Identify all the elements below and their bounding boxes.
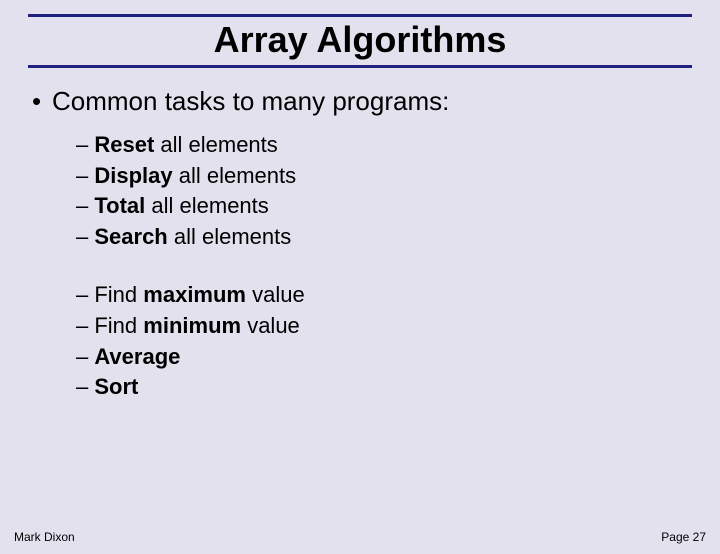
- list-item: – Display all elements: [76, 162, 688, 191]
- title-underline: [28, 65, 692, 68]
- slide-title: Array Algorithms: [0, 19, 720, 61]
- main-bullet: •Common tasks to many programs:: [32, 86, 688, 117]
- content-area: •Common tasks to many programs: – Reset …: [0, 86, 720, 402]
- footer-author: Mark Dixon: [14, 530, 75, 544]
- footer-page: Page 27: [661, 530, 706, 544]
- sub-list-1: – Reset all elements – Display all eleme…: [76, 131, 688, 251]
- main-bullet-text: Common tasks to many programs:: [52, 86, 449, 116]
- list-item: – Search all elements: [76, 223, 688, 252]
- sub-list-2: – Find maximum value – Find minimum valu…: [76, 281, 688, 401]
- bullet-dot: •: [32, 86, 52, 117]
- footer: Mark Dixon Page 27: [14, 530, 706, 544]
- list-item: – Average: [76, 343, 688, 372]
- top-rule: [28, 14, 692, 17]
- list-item: – Sort: [76, 373, 688, 402]
- list-item: – Reset all elements: [76, 131, 688, 160]
- list-item: – Find maximum value: [76, 281, 688, 310]
- list-item: – Total all elements: [76, 192, 688, 221]
- list-item: – Find minimum value: [76, 312, 688, 341]
